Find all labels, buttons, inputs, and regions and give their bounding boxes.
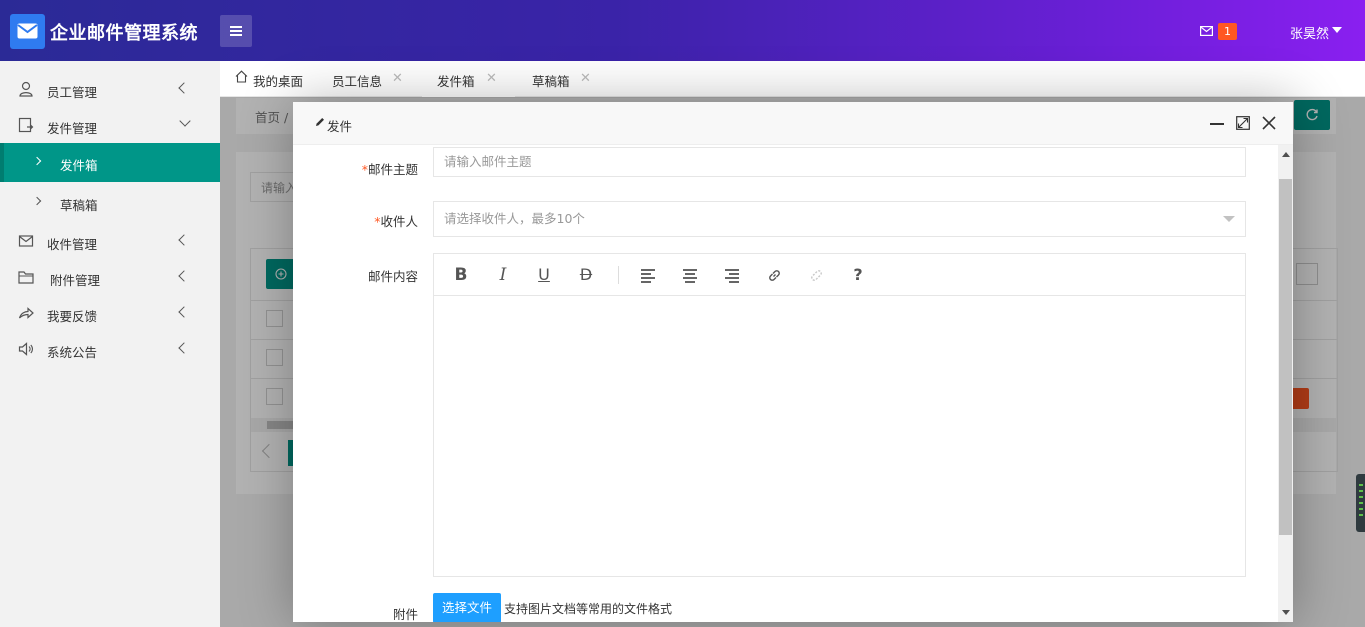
bold-icon[interactable]: B xyxy=(450,264,472,286)
tab-drafts[interactable]: 草稿箱 ✕ xyxy=(515,61,610,97)
sidebar-sub-drafts[interactable]: 草稿箱 xyxy=(0,183,220,222)
dialog-vertical-scrollbar[interactable] xyxy=(1278,145,1293,622)
chevron-down-icon[interactable] xyxy=(1223,216,1235,222)
tab-close-icon[interactable]: ✕ xyxy=(580,71,591,86)
minimize-icon[interactable] xyxy=(1210,123,1224,125)
upload-tip: 支持图片文档等常用的文件格式 xyxy=(504,602,673,616)
sidebar-item-label: 我要反馈 xyxy=(47,309,98,324)
send-box-icon xyxy=(18,117,34,133)
sidebar: 员工管理 发件管理 发件箱 草稿箱 收件管理 附件管理 我要反馈 系统公告 xyxy=(0,61,220,627)
user-name-menu[interactable]: 张昊然 xyxy=(1290,23,1329,42)
sidebar-item-feedback[interactable]: 我要反馈 xyxy=(0,295,220,331)
dialog-header: 发件 xyxy=(293,102,1293,145)
tab-bar: 我的桌面 员工信息 ✕ 发件箱 ✕ 草稿箱 ✕ xyxy=(220,61,1365,97)
home-icon xyxy=(235,70,248,83)
scroll-thumb[interactable] xyxy=(1279,179,1292,535)
chevron-down-icon xyxy=(179,115,191,127)
strikethrough-icon[interactable]: D xyxy=(575,264,597,286)
speaker-icon xyxy=(18,342,33,356)
sidebar-sub-label: 草稿箱 xyxy=(60,198,98,213)
tab-outbox[interactable]: 发件箱 ✕ xyxy=(422,61,515,97)
toolbar-divider xyxy=(618,266,619,284)
tab-label: 我的桌面 xyxy=(253,74,304,89)
unlink-icon[interactable] xyxy=(809,268,824,283)
sidebar-item-label: 附件管理 xyxy=(50,273,101,288)
tab-close-icon[interactable]: ✕ xyxy=(392,71,403,86)
rich-text-editor: B I U D ? xyxy=(433,253,1246,577)
sidebar-item-label: 收件管理 xyxy=(47,237,98,252)
recipient-label: *收件人 xyxy=(374,214,418,229)
subject-input[interactable]: 请输入邮件主题 xyxy=(433,147,1246,177)
mail-count-badge: 1 xyxy=(1218,23,1237,40)
mail-icon xyxy=(18,235,34,247)
sidebar-item-label: 员工管理 xyxy=(47,85,98,100)
user-dropdown-caret-icon[interactable] xyxy=(1332,27,1342,33)
scroll-down-icon[interactable] xyxy=(1282,610,1290,615)
chevron-left-icon xyxy=(178,270,190,282)
compose-mail-dialog: 发件 *邮件主题 请输入邮件主题 *收件人 请选择收件人，最多10个 邮件内容 … xyxy=(293,102,1293,622)
sidebar-item-label: 系统公告 xyxy=(47,345,98,360)
maximize-icon[interactable] xyxy=(1236,116,1250,130)
tab-label: 发件箱 xyxy=(437,74,475,89)
share-icon xyxy=(18,307,34,319)
close-icon[interactable] xyxy=(1262,116,1276,130)
logo-mail-icon xyxy=(10,14,45,49)
recipient-select[interactable]: 请选择收件人，最多10个 xyxy=(433,201,1246,237)
top-header: 企业邮件管理系统 1 张昊然 xyxy=(0,0,1365,61)
sidebar-item-label: 发件管理 xyxy=(47,121,98,136)
sidebar-item-inbox[interactable]: 收件管理 xyxy=(0,223,220,259)
chevron-right-icon xyxy=(32,156,42,166)
chevron-right-icon xyxy=(32,196,42,206)
content-label: 邮件内容 xyxy=(367,269,418,284)
sidebar-sub-label: 发件箱 xyxy=(60,158,98,173)
help-icon[interactable]: ? xyxy=(847,264,869,286)
underline-icon[interactable]: U xyxy=(533,264,555,286)
app-title: 企业邮件管理系统 xyxy=(50,23,198,44)
dialog-body: *邮件主题 请输入邮件主题 *收件人 请选择收件人，最多10个 邮件内容 B I… xyxy=(293,145,1278,622)
editor-toolbar: B I U D ? xyxy=(434,254,1245,296)
choose-file-button[interactable]: 选择文件 xyxy=(433,593,501,622)
chevron-left-icon xyxy=(178,342,190,354)
tab-close-icon[interactable]: ✕ xyxy=(486,71,497,86)
dialog-title: 发件 xyxy=(327,119,353,134)
sidebar-item-attachments[interactable]: 附件管理 xyxy=(0,259,220,295)
scroll-up-icon[interactable] xyxy=(1282,152,1290,157)
chevron-left-icon xyxy=(178,82,190,94)
sidebar-item-announcement[interactable]: 系统公告 xyxy=(0,331,220,367)
sidebar-item-employee[interactable]: 员工管理 xyxy=(0,71,220,107)
editor-content-area[interactable] xyxy=(434,296,1245,576)
chevron-left-icon xyxy=(178,234,190,246)
tab-label: 草稿箱 xyxy=(532,74,570,89)
tab-label: 员工信息 xyxy=(332,74,383,89)
chevron-left-icon xyxy=(178,306,190,318)
subject-label: *邮件主题 xyxy=(361,162,418,177)
notification-mail-icon[interactable] xyxy=(1200,26,1213,36)
attachment-label: 附件 xyxy=(392,607,418,622)
side-widget[interactable] xyxy=(1356,474,1365,532)
italic-icon[interactable]: I xyxy=(492,264,514,286)
sidebar-item-send[interactable]: 发件管理 xyxy=(0,107,220,143)
pencil-icon xyxy=(316,118,324,126)
menu-toggle-button[interactable] xyxy=(220,15,252,47)
link-icon[interactable] xyxy=(767,268,782,283)
sidebar-sub-outbox[interactable]: 发件箱 xyxy=(0,143,220,182)
tab-employee-info[interactable]: 员工信息 ✕ xyxy=(318,61,422,97)
user-icon xyxy=(19,81,33,97)
folder-icon xyxy=(18,271,34,284)
